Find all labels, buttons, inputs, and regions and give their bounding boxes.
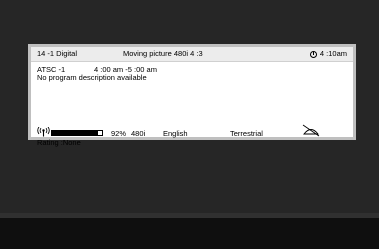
resolution-label: 480i — [131, 129, 146, 138]
signal-strength-fill — [52, 131, 98, 135]
clock-display: 4 :10am — [309, 47, 347, 61]
signal-strength-bar — [51, 130, 103, 136]
source-label: Terrestrial — [230, 129, 263, 138]
no-closed-caption-icon — [302, 124, 320, 137]
signal-strength-label: 92% — [111, 129, 127, 138]
clock-time: 4 :10am — [319, 49, 347, 58]
tv-stand — [0, 218, 379, 249]
program-description: No program description available — [37, 73, 147, 82]
program-format-label: Moving picture 480i 4 :3 — [123, 49, 203, 58]
audio-language-label: English — [163, 129, 188, 138]
channel-label: 14 -1 Digital — [37, 49, 78, 58]
antenna-signal-icon — [37, 127, 50, 137]
osd-info-panel: 14 -1 Digital Moving picture 480i 4 :3 4… — [28, 44, 356, 147]
osd-header: 14 -1 Digital Moving picture 480i 4 :3 4… — [31, 47, 353, 62]
clock-icon — [309, 50, 317, 58]
rating-label: Rating :None — [37, 138, 81, 147]
